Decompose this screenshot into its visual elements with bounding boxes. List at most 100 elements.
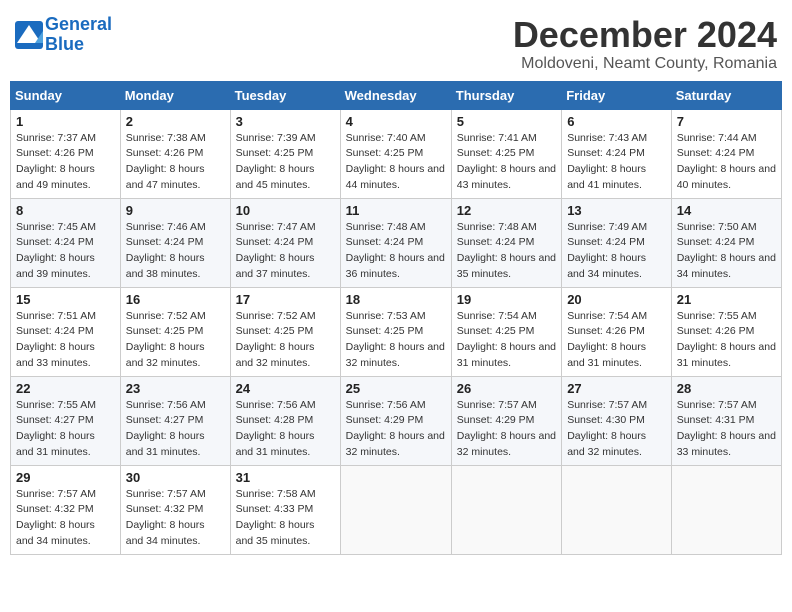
day-number: 11 (346, 203, 446, 218)
weekday-header-monday: Monday (120, 81, 230, 109)
day-info: Sunrise: 7:52 AMSunset: 4:25 PMDaylight:… (126, 309, 225, 372)
day-number: 5 (457, 114, 556, 129)
day-number: 30 (126, 470, 225, 485)
day-info: Sunrise: 7:49 AMSunset: 4:24 PMDaylight:… (567, 220, 666, 283)
day-number: 1 (16, 114, 115, 129)
day-info: Sunrise: 7:46 AMSunset: 4:24 PMDaylight:… (126, 220, 225, 283)
day-number: 13 (567, 203, 666, 218)
calendar-cell: 29 Sunrise: 7:57 AMSunset: 4:32 PMDayligh… (11, 465, 121, 554)
calendar-cell: 25Sunrise: 7:56 AMSunset: 4:29 PMDayligh… (340, 376, 451, 465)
calendar-cell: 18Sunrise: 7:53 AMSunset: 4:25 PMDayligh… (340, 287, 451, 376)
day-number: 20 (567, 292, 666, 307)
calendar-cell: 19Sunrise: 7:54 AMSunset: 4:25 PMDayligh… (451, 287, 561, 376)
page-header: General Blue December 2024 Moldoveni, Ne… (10, 10, 782, 73)
day-number: 15 (16, 292, 115, 307)
calendar-cell (671, 465, 781, 554)
calendar-week-row: 15Sunrise: 7:51 AMSunset: 4:24 PMDayligh… (11, 287, 782, 376)
day-number: 12 (457, 203, 556, 218)
day-info: Sunrise: 7:57 AMSunset: 4:32 PMDaylight:… (16, 487, 115, 550)
day-number: 24 (236, 381, 335, 396)
calendar-cell: 27Sunrise: 7:57 AMSunset: 4:30 PMDayligh… (562, 376, 672, 465)
title-block: December 2024 Moldoveni, Neamt County, R… (513, 15, 777, 73)
calendar-cell: 5 Sunrise: 7:41 AMSunset: 4:25 PMDaylight… (451, 109, 561, 198)
calendar-cell: 9Sunrise: 7:46 AMSunset: 4:24 PMDaylight… (120, 198, 230, 287)
day-info: Sunrise: 7:55 AMSunset: 4:26 PMDaylight:… (677, 309, 776, 372)
day-info: Sunrise: 7:40 AMSunset: 4:25 PMDaylight:… (346, 131, 446, 194)
calendar-week-row: 1 Sunrise: 7:37 AMSunset: 4:26 PMDaylight… (11, 109, 782, 198)
day-number: 8 (16, 203, 115, 218)
calendar-cell: 11 Sunrise: 7:48 AMSunset: 4:24 PMDayligh… (340, 198, 451, 287)
day-info: Sunrise: 7:55 AMSunset: 4:27 PMDaylight:… (16, 398, 115, 461)
calendar-cell: 15Sunrise: 7:51 AMSunset: 4:24 PMDayligh… (11, 287, 121, 376)
day-number: 19 (457, 292, 556, 307)
logo: General Blue (15, 15, 112, 55)
day-info: Sunrise: 7:52 AMSunset: 4:25 PMDaylight:… (236, 309, 335, 372)
calendar-week-row: 8 Sunrise: 7:45 AMSunset: 4:24 PMDaylight… (11, 198, 782, 287)
calendar-cell: 7 Sunrise: 7:44 AMSunset: 4:24 PMDaylight… (671, 109, 781, 198)
day-number: 23 (126, 381, 225, 396)
calendar-body: 1 Sunrise: 7:37 AMSunset: 4:26 PMDaylight… (11, 109, 782, 554)
day-info: Sunrise: 7:57 AMSunset: 4:30 PMDaylight:… (567, 398, 666, 461)
day-number: 10 (236, 203, 335, 218)
day-number: 7 (677, 114, 776, 129)
day-info: Sunrise: 7:37 AMSunset: 4:26 PMDaylight:… (16, 131, 115, 194)
day-number: 31 (236, 470, 335, 485)
day-number: 28 (677, 381, 776, 396)
day-info: Sunrise: 7:44 AMSunset: 4:24 PMDaylight:… (677, 131, 776, 194)
location-subtitle: Moldoveni, Neamt County, Romania (513, 55, 777, 73)
day-number: 2 (126, 114, 225, 129)
calendar-cell: 21 Sunrise: 7:55 AMSunset: 4:26 PMDayligh… (671, 287, 781, 376)
weekday-header-wednesday: Wednesday (340, 81, 451, 109)
calendar-cell: 1 Sunrise: 7:37 AMSunset: 4:26 PMDaylight… (11, 109, 121, 198)
weekday-header-thursday: Thursday (451, 81, 561, 109)
calendar-cell: 26Sunrise: 7:57 AMSunset: 4:29 PMDayligh… (451, 376, 561, 465)
day-number: 17 (236, 292, 335, 307)
day-info: Sunrise: 7:53 AMSunset: 4:25 PMDaylight:… (346, 309, 446, 372)
calendar-cell (562, 465, 672, 554)
day-number: 16 (126, 292, 225, 307)
day-number: 21 (677, 292, 776, 307)
calendar-cell: 31Sunrise: 7:58 AMSunset: 4:33 PMDayligh… (230, 465, 340, 554)
day-number: 3 (236, 114, 335, 129)
day-info: Sunrise: 7:48 AMSunset: 4:24 PMDaylight:… (457, 220, 556, 283)
day-number: 22 (16, 381, 115, 396)
calendar-cell: 4 Sunrise: 7:40 AMSunset: 4:25 PMDaylight… (340, 109, 451, 198)
weekday-header-saturday: Saturday (671, 81, 781, 109)
calendar-cell: 20Sunrise: 7:54 AMSunset: 4:26 PMDayligh… (562, 287, 672, 376)
calendar-cell: 14 Sunrise: 7:50 AMSunset: 4:24 PMDayligh… (671, 198, 781, 287)
day-info: Sunrise: 7:57 AMSunset: 4:29 PMDaylight:… (457, 398, 556, 461)
calendar-cell: 28 Sunrise: 7:57 AMSunset: 4:31 PMDayligh… (671, 376, 781, 465)
day-info: Sunrise: 7:45 AMSunset: 4:24 PMDaylight:… (16, 220, 115, 283)
calendar-cell: 24 Sunrise: 7:56 AMSunset: 4:28 PMDayligh… (230, 376, 340, 465)
calendar-cell: 17 Sunrise: 7:52 AMSunset: 4:25 PMDayligh… (230, 287, 340, 376)
month-year-title: December 2024 (513, 15, 777, 55)
calendar-cell: 6Sunrise: 7:43 AMSunset: 4:24 PMDaylight… (562, 109, 672, 198)
calendar-cell: 13 Sunrise: 7:49 AMSunset: 4:24 PMDayligh… (562, 198, 672, 287)
calendar-cell: 12 Sunrise: 7:48 AMSunset: 4:24 PMDayligh… (451, 198, 561, 287)
calendar-cell: 30Sunrise: 7:57 AMSunset: 4:32 PMDayligh… (120, 465, 230, 554)
weekday-header-friday: Friday (562, 81, 672, 109)
day-info: Sunrise: 7:56 AMSunset: 4:28 PMDaylight:… (236, 398, 335, 461)
weekday-header-row: SundayMondayTuesdayWednesdayThursdayFrid… (11, 81, 782, 109)
calendar-cell (340, 465, 451, 554)
calendar-week-row: 22 Sunrise: 7:55 AMSunset: 4:27 PMDayligh… (11, 376, 782, 465)
day-info: Sunrise: 7:48 AMSunset: 4:24 PMDaylight:… (346, 220, 446, 283)
calendar-cell: 8 Sunrise: 7:45 AMSunset: 4:24 PMDaylight… (11, 198, 121, 287)
day-info: Sunrise: 7:38 AMSunset: 4:26 PMDaylight:… (126, 131, 225, 194)
day-info: Sunrise: 7:56 AMSunset: 4:27 PMDaylight:… (126, 398, 225, 461)
day-info: Sunrise: 7:41 AMSunset: 4:25 PMDaylight:… (457, 131, 556, 194)
weekday-header-sunday: Sunday (11, 81, 121, 109)
calendar-table: SundayMondayTuesdayWednesdayThursdayFrid… (10, 81, 782, 555)
day-number: 29 (16, 470, 115, 485)
logo-icon (15, 21, 43, 49)
calendar-cell: 22 Sunrise: 7:55 AMSunset: 4:27 PMDayligh… (11, 376, 121, 465)
day-number: 14 (677, 203, 776, 218)
calendar-cell: 23 Sunrise: 7:56 AMSunset: 4:27 PMDayligh… (120, 376, 230, 465)
day-number: 25 (346, 381, 446, 396)
calendar-cell: 16 Sunrise: 7:52 AMSunset: 4:25 PMDayligh… (120, 287, 230, 376)
calendar-header: SundayMondayTuesdayWednesdayThursdayFrid… (11, 81, 782, 109)
day-number: 4 (346, 114, 446, 129)
day-info: Sunrise: 7:47 AMSunset: 4:24 PMDaylight:… (236, 220, 335, 283)
day-info: Sunrise: 7:50 AMSunset: 4:24 PMDaylight:… (677, 220, 776, 283)
day-info: Sunrise: 7:57 AMSunset: 4:31 PMDaylight:… (677, 398, 776, 461)
